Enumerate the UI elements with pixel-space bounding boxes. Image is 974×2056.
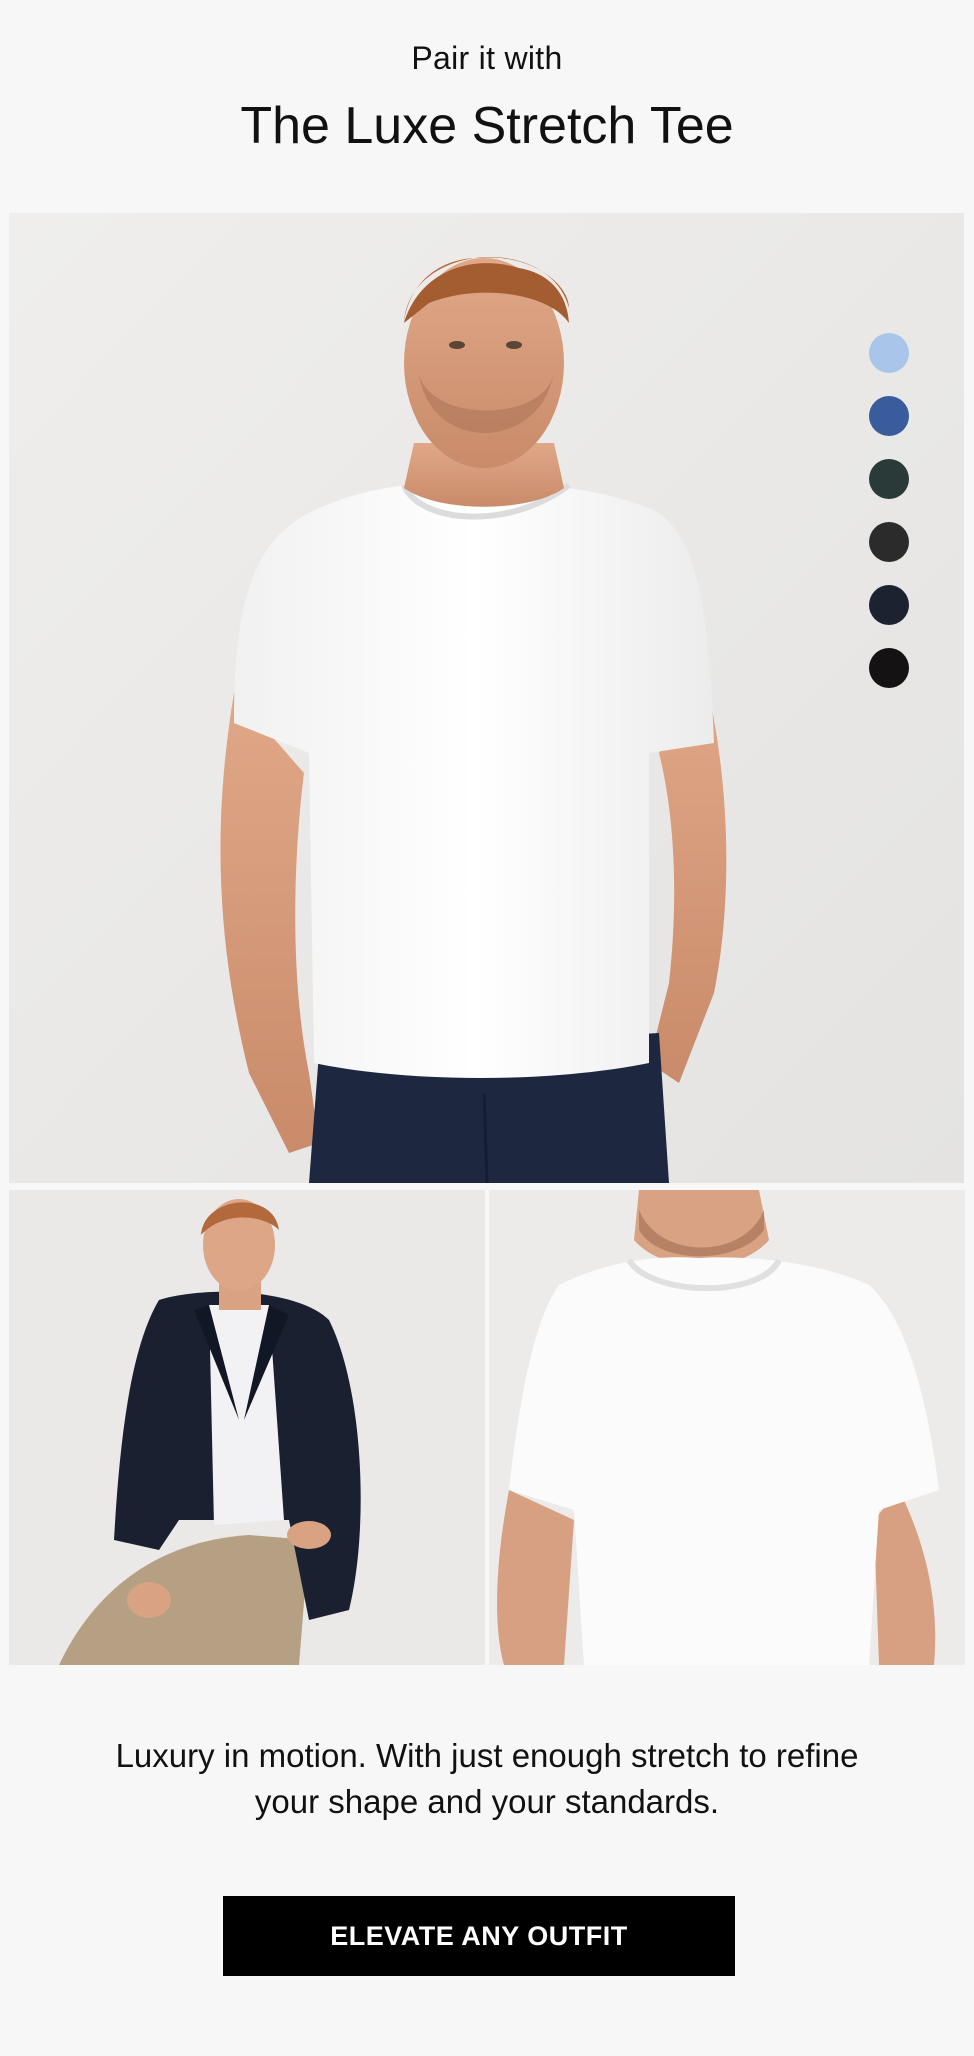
swatch-navy[interactable] — [869, 585, 909, 625]
model-seated-illustration — [9, 1190, 485, 1665]
swatch-blue[interactable] — [869, 396, 909, 436]
gallery-image-blazer[interactable] — [9, 1190, 485, 1665]
swatch-dark-green[interactable] — [869, 459, 909, 499]
elevate-any-outfit-button[interactable]: ELEVATE ANY OUTFIT — [223, 1896, 735, 1976]
tee-closeup-illustration — [489, 1190, 965, 1665]
hero-model-illustration — [9, 213, 964, 1183]
swatch-charcoal[interactable] — [869, 522, 909, 562]
gallery-image-closeup[interactable] — [489, 1190, 965, 1665]
eyebrow-text: Pair it with — [411, 40, 563, 76]
swatch-black[interactable] — [869, 648, 909, 688]
product-title[interactable]: The Luxe Stretch Tee — [0, 96, 974, 156]
product-description: Luxury in motion. With just enough stret… — [115, 1737, 859, 1820]
swatch-light-blue[interactable] — [869, 333, 909, 373]
color-swatch-list — [869, 333, 909, 688]
hero-product-image[interactable] — [9, 213, 964, 1183]
